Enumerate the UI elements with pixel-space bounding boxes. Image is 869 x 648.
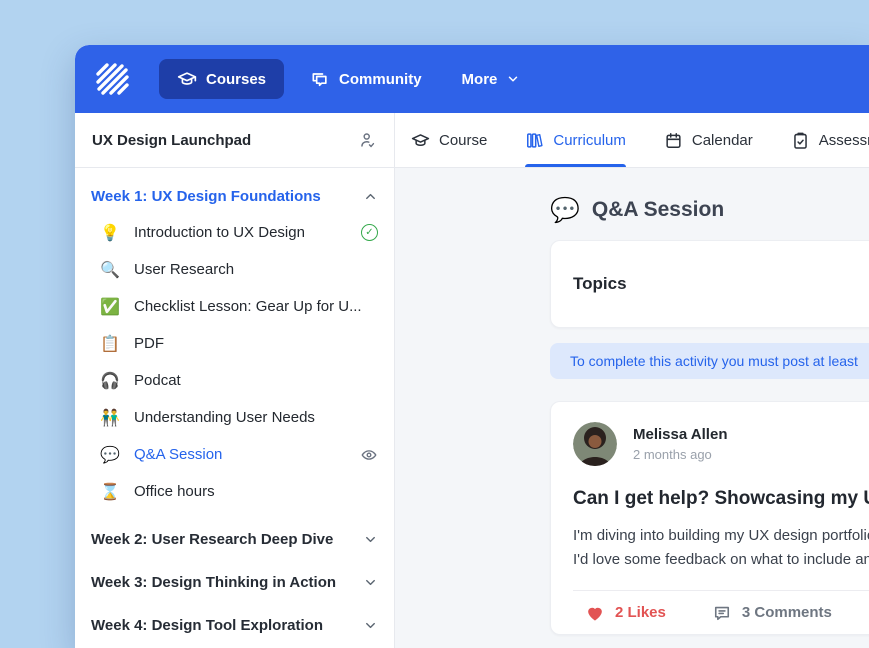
avatar	[573, 422, 617, 466]
likes-count-label: 2 Likes	[615, 604, 666, 621]
nav-courses-label: Courses	[206, 71, 266, 88]
lightbulb-icon: 💡	[99, 223, 121, 242]
lesson-label: User Research	[134, 261, 378, 278]
chevron-down-icon	[363, 532, 378, 547]
tab-assessments-label: Assessments	[819, 132, 869, 149]
lesson-content-area: 💬 Q&A Session Topics To complete this ac…	[395, 168, 869, 648]
tab-course[interactable]: Course	[411, 113, 487, 167]
chevron-up-icon	[363, 189, 378, 204]
lesson-item-understanding-user-needs[interactable]: 👬 Understanding User Needs	[91, 399, 378, 436]
tab-assessments[interactable]: Assessments	[791, 113, 869, 167]
nav-community-button[interactable]: Community	[296, 59, 436, 99]
speech-balloon-icon: 💬	[550, 196, 580, 224]
sidebar-header: UX Design Launchpad	[75, 113, 394, 168]
sidebar-section-week3[interactable]: Week 3: Design Thinking in Action	[91, 561, 378, 604]
lesson-item-podcast[interactable]: 🎧 Podcat	[91, 362, 378, 399]
tab-curriculum[interactable]: Curriculum	[525, 113, 626, 167]
lesson-label: Checklist Lesson: Gear Up for U...	[134, 298, 378, 315]
brand-logo-icon[interactable]	[93, 59, 133, 99]
lesson-item-checklist[interactable]: ✅ Checklist Lesson: Gear Up for U...	[91, 288, 378, 325]
course-tabbar: Course Curriculum Calendar	[395, 113, 869, 168]
user-check-icon[interactable]	[358, 131, 377, 150]
chat-bubbles-icon	[310, 69, 330, 89]
chevron-down-icon	[363, 618, 378, 633]
graduation-cap-icon	[177, 69, 197, 89]
lesson-title: Q&A Session	[592, 198, 724, 222]
course-title: UX Design Launchpad	[92, 132, 251, 149]
lesson-label: Q&A Session	[134, 446, 360, 463]
main-panel: Course Curriculum Calendar	[395, 113, 869, 648]
post-body-line: I'd love some feedback on what to includ…	[573, 548, 869, 572]
comments-button[interactable]: 3 Comments	[712, 603, 832, 623]
lesson-item-introduction[interactable]: 💡 Introduction to UX Design ✓	[91, 214, 378, 251]
headphones-icon: 🎧	[99, 371, 121, 390]
week3-label: Week 3: Design Thinking in Action	[91, 574, 336, 591]
lesson-label: Understanding User Needs	[134, 409, 378, 426]
author-name: Melissa Allen	[633, 426, 727, 443]
lesson-item-qa-session[interactable]: 💬 Q&A Session	[91, 436, 378, 473]
sidebar-section-week1[interactable]: Week 1: UX Design Foundations	[91, 178, 378, 214]
lesson-item-office-hours[interactable]: ⌛ Office hours	[91, 473, 378, 510]
lesson-label: Podcat	[134, 372, 378, 389]
post-body-line: I'm diving into building my UX design po…	[573, 524, 869, 548]
post-title[interactable]: Can I get help? Showcasing my UX portfol…	[573, 488, 869, 510]
curriculum-nav: Week 1: UX Design Foundations 💡 Introduc…	[75, 168, 394, 647]
discussion-post-card[interactable]: Melissa Allen 2 months ago Can I get hel…	[550, 401, 869, 635]
author-meta: Melissa Allen 2 months ago	[633, 426, 727, 462]
comment-bubble-icon	[712, 603, 732, 623]
nav-more-label: More	[462, 71, 498, 88]
chevron-down-icon	[506, 72, 520, 86]
lesson-item-pdf[interactable]: 📋 PDF	[91, 325, 378, 362]
topics-card[interactable]: Topics	[550, 240, 869, 328]
lesson-label: Introduction to UX Design	[134, 224, 361, 241]
nav-courses-button[interactable]: Courses	[159, 59, 284, 99]
curriculum-sidebar: UX Design Launchpad Week 1: UX Design Fo…	[75, 113, 395, 648]
comments-count-label: 3 Comments	[742, 604, 832, 621]
post-body: I'm diving into building my UX design po…	[573, 524, 869, 572]
calendar-icon	[664, 131, 683, 150]
nav-community-label: Community	[339, 71, 422, 88]
magnifier-icon: 🔍	[99, 260, 121, 279]
hourglass-icon: ⌛	[99, 482, 121, 501]
graduation-cap-icon	[411, 131, 430, 150]
check-box-icon: ✅	[99, 297, 121, 316]
app-window: Courses Community More UX Design Launchp…	[75, 45, 869, 648]
activity-requirement-banner: To complete this activity you must post …	[550, 343, 869, 379]
tab-curriculum-label: Curriculum	[553, 132, 626, 149]
lesson-label: Office hours	[134, 483, 378, 500]
tab-calendar[interactable]: Calendar	[664, 113, 753, 167]
lesson-label: PDF	[134, 335, 378, 352]
week1-label: Week 1: UX Design Foundations	[91, 188, 321, 205]
completed-check-icon: ✓	[361, 224, 378, 241]
sidebar-section-week2[interactable]: Week 2: User Research Deep Dive	[91, 518, 378, 561]
tab-course-label: Course	[439, 132, 487, 149]
chevron-down-icon	[363, 575, 378, 590]
lesson-item-user-research[interactable]: 🔍 User Research	[91, 251, 378, 288]
eye-icon	[360, 446, 378, 464]
post-footer: 2 Likes 3 Comments	[573, 590, 869, 634]
sidebar-section-week4[interactable]: Week 4: Design Tool Exploration	[91, 604, 378, 647]
banner-text: To complete this activity you must post …	[570, 353, 858, 369]
tab-calendar-label: Calendar	[692, 132, 753, 149]
books-icon	[525, 131, 544, 150]
nav-more-button[interactable]: More	[448, 61, 535, 98]
people-icon: 👬	[99, 408, 121, 427]
speech-balloon-icon: 💬	[99, 445, 121, 464]
topics-card-title: Topics	[573, 274, 627, 294]
clipboard-icon: 📋	[99, 334, 121, 353]
post-author-row: Melissa Allen 2 months ago	[573, 422, 869, 466]
likes-button[interactable]: 2 Likes	[585, 603, 666, 623]
heart-icon	[585, 603, 605, 623]
top-navigation-bar: Courses Community More	[75, 45, 869, 113]
week4-label: Week 4: Design Tool Exploration	[91, 617, 323, 634]
week2-label: Week 2: User Research Deep Dive	[91, 531, 333, 548]
lesson-heading: 💬 Q&A Session	[550, 196, 869, 224]
clipboard-check-icon	[791, 131, 810, 150]
post-timestamp: 2 months ago	[633, 447, 727, 462]
